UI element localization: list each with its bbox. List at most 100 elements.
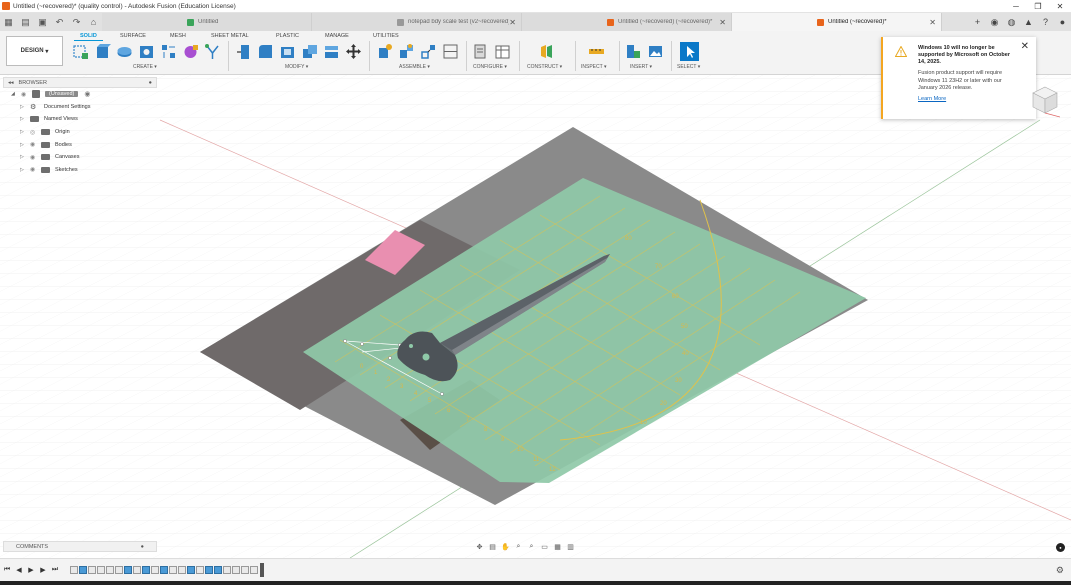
extrude-icon[interactable] [94, 43, 111, 60]
pan-icon[interactable]: ✋ [500, 542, 511, 552]
tab-plastic[interactable]: PLASTIC [276, 33, 299, 39]
tab-surface[interactable]: SURFACE [120, 33, 146, 39]
timeline-extrude-icon[interactable] [160, 566, 168, 574]
configuration-table-icon[interactable] [494, 43, 511, 60]
canvas-image-icon[interactable] [647, 43, 664, 60]
home-icon[interactable]: ⌂ [85, 13, 102, 31]
go-to-end-icon[interactable]: ⏭ [50, 566, 60, 574]
play-icon[interactable]: ▶ [26, 566, 36, 574]
document-tab[interactable]: notepad bdy scale test (v2~recovered)* ✕ [312, 13, 522, 31]
as-built-joint-icon[interactable] [420, 43, 437, 60]
timeline-canvas-icon[interactable] [79, 566, 87, 574]
expand-arrow-icon[interactable]: ▷ [20, 154, 26, 160]
select-menu[interactable]: SELECT ▾ [677, 64, 700, 70]
configure-menu[interactable]: CONFIGURE ▾ [473, 64, 507, 70]
step-forward-icon[interactable]: ▶ [38, 566, 48, 574]
press-pull-icon[interactable] [235, 43, 252, 60]
shell-icon[interactable] [279, 43, 296, 60]
canvas-viewport[interactable]: 0 1 2 3 4 5 6 7 8 9 10 11 12 80 70 60 50… [0, 75, 1071, 558]
measure-icon[interactable] [588, 43, 605, 60]
document-tab[interactable]: Untitled (~recovered) (~recovered)* ✕ [522, 13, 732, 31]
comments-panel[interactable]: COMMENTS ● [3, 541, 157, 552]
display-settings-icon[interactable]: ▭ [539, 542, 550, 552]
browser-item-document-settings[interactable]: ▷ ⚙ Document Settings [3, 101, 157, 114]
zoom-icon[interactable]: ⌕ [513, 542, 524, 552]
expand-arrow-icon[interactable]: ▷ [20, 142, 26, 148]
timeline-sketch-icon[interactable] [241, 566, 249, 574]
timeline-sketch-icon[interactable] [178, 566, 186, 574]
document-tab-active[interactable]: Untitled (~recovered)* ✕ [732, 13, 942, 31]
zoom-window-icon[interactable]: ⌕ [526, 542, 537, 552]
construct-menu[interactable]: CONSTRUCT ▾ [527, 64, 562, 70]
viewports-icon[interactable]: ▥ [565, 542, 576, 552]
collapse-icon[interactable]: ◂◂ [8, 80, 14, 86]
extensions-icon[interactable]: ◉ [986, 13, 1003, 31]
timeline-sketch-icon[interactable] [133, 566, 141, 574]
tab-mesh[interactable]: MESH [170, 33, 186, 39]
visibility-eye-icon[interactable]: ◎ [30, 129, 38, 136]
minimize-button[interactable]: ─ [1005, 0, 1027, 13]
timeline-sketch-icon[interactable] [250, 566, 258, 574]
browser-item-bodies[interactable]: ▷ ◉ Bodies [3, 138, 157, 151]
tab-sheet-metal[interactable]: SHEET METAL [211, 33, 249, 39]
offset-face-icon[interactable] [323, 43, 340, 60]
timeline-sketch-icon[interactable] [169, 566, 177, 574]
fillet-icon[interactable] [257, 43, 274, 60]
timeline-sketch-icon[interactable] [97, 566, 105, 574]
move-copy-icon[interactable] [345, 43, 362, 60]
job-status-icon[interactable]: ◍ [1003, 13, 1020, 31]
select-icon[interactable] [680, 42, 699, 61]
timeline-extrude-icon[interactable] [214, 566, 222, 574]
timeline-sketch-icon[interactable] [88, 566, 96, 574]
tab-utilities[interactable]: UTILITIES [373, 33, 399, 39]
redo-icon[interactable]: ↷ [68, 13, 85, 31]
timeline-sketch-icon[interactable] [151, 566, 159, 574]
configure-icon[interactable] [472, 43, 489, 60]
workspace-switcher-button[interactable]: DESIGN ▾ [6, 36, 63, 66]
timeline-sketch-icon[interactable] [196, 566, 204, 574]
timeline-extrude-icon[interactable] [142, 566, 150, 574]
view-cube[interactable] [1030, 84, 1060, 118]
timeline-sketch-icon[interactable] [232, 566, 240, 574]
visibility-eye-icon[interactable]: ◉ [30, 141, 38, 148]
visibility-eye-icon[interactable]: ◉ [30, 166, 38, 173]
timeline-sketch-icon[interactable] [70, 566, 78, 574]
pin-icon[interactable]: ● [149, 80, 152, 86]
new-tab-icon[interactable]: + [969, 13, 986, 31]
browser-header[interactable]: ◂◂ BROWSER ● [3, 77, 157, 88]
undo-icon[interactable]: ↶ [51, 13, 68, 31]
browser-item-named-views[interactable]: ▷ Named Views [3, 113, 157, 126]
close-tab-icon[interactable]: ✕ [719, 18, 726, 27]
motion-link-icon[interactable] [442, 43, 459, 60]
browser-item-sketches[interactable]: ▷ ◉ Sketches [3, 164, 157, 177]
notifications-icon[interactable]: ▲ [1020, 13, 1037, 31]
timeline-settings-icon[interactable]: ⚙ [1056, 565, 1064, 576]
tab-manage[interactable]: MANAGE [325, 33, 349, 39]
restore-button[interactable]: ❐ [1027, 0, 1049, 13]
look-at-icon[interactable]: ▤ [487, 542, 498, 552]
visibility-eye-icon[interactable]: ◉ [21, 91, 29, 98]
grid-settings-icon[interactable]: ▦ [552, 542, 563, 552]
inspect-menu[interactable]: INSPECT ▾ [581, 64, 607, 70]
add-comment-icon[interactable]: ● [141, 544, 144, 550]
timeline-extrude-icon[interactable] [187, 566, 195, 574]
hole-icon[interactable] [138, 43, 155, 60]
close-tab-icon[interactable]: ✕ [509, 18, 516, 27]
insert-derive-icon[interactable] [625, 43, 642, 60]
viewport-scene[interactable]: 0 1 2 3 4 5 6 7 8 9 10 11 12 80 70 60 50… [0, 75, 1071, 558]
close-tab-icon[interactable]: ✕ [929, 18, 936, 27]
derive-icon[interactable] [204, 43, 221, 60]
save-icon[interactable]: ▣ [34, 13, 51, 31]
timeline-marker-handle[interactable] [260, 563, 264, 577]
pattern-icon[interactable] [160, 43, 177, 60]
collapse-arrow-icon[interactable]: ◢ [11, 91, 17, 97]
document-tab[interactable]: Untitled [102, 13, 312, 31]
create-menu[interactable]: CREATE ▾ [133, 64, 157, 70]
browser-root[interactable]: ◢ ◉ (Unsaved) ◉ [3, 88, 157, 101]
user-avatar-icon[interactable]: ● [1054, 13, 1071, 31]
expand-arrow-icon[interactable]: ▷ [20, 167, 26, 173]
revolve-icon[interactable] [116, 43, 133, 60]
expand-arrow-icon[interactable]: ▷ [20, 104, 26, 110]
timeline-extrude-icon[interactable] [124, 566, 132, 574]
insert-menu[interactable]: INSERT ▾ [630, 64, 652, 70]
